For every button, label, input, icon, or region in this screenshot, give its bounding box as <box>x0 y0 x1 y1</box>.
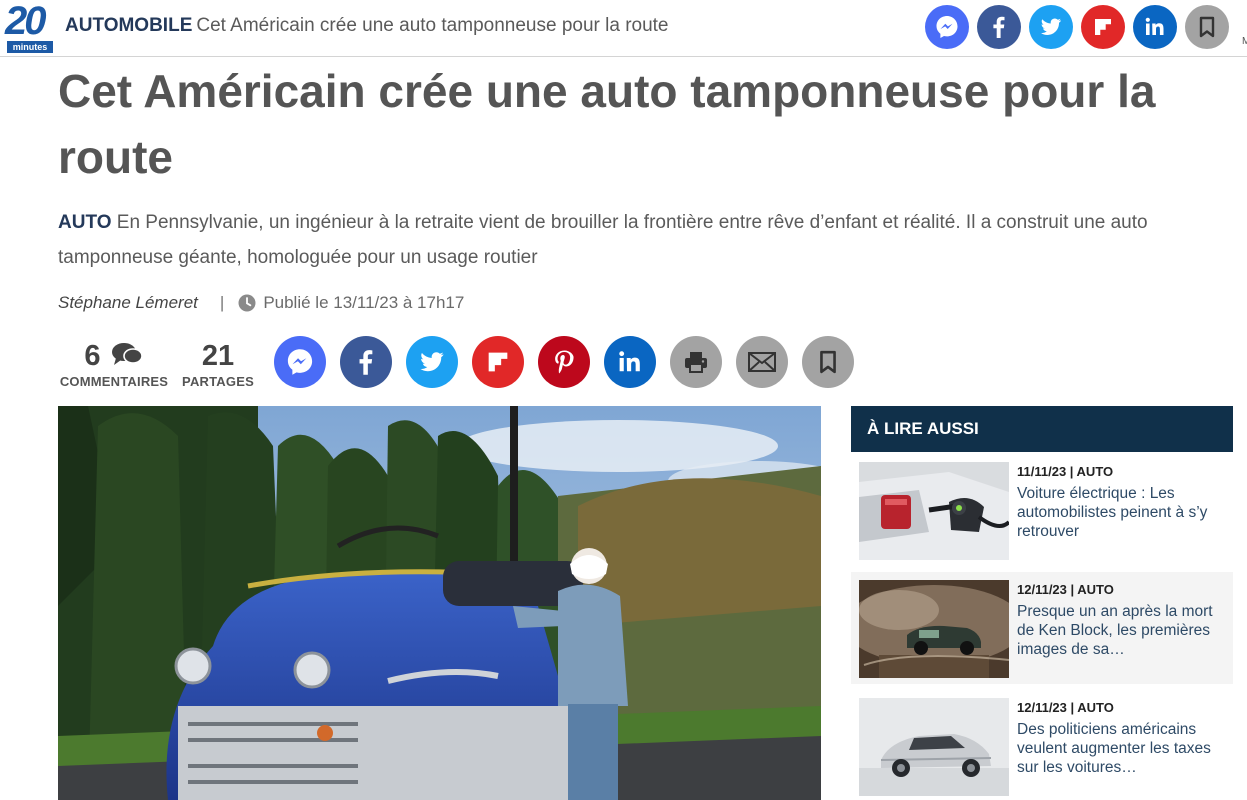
header-breadcrumb: AUTOMOBILE Cet Américain crée une auto ta… <box>65 15 669 37</box>
messenger-share-button[interactable] <box>274 336 326 388</box>
linkedin-icon <box>619 351 640 372</box>
related-meta-1: 11/11/23 | AUTO <box>1017 464 1114 479</box>
related-title-1[interactable]: Voiture électrique : Les automobilistes … <box>1017 484 1223 541</box>
linkedin-share-button[interactable] <box>1133 5 1177 49</box>
bumper-car-photo <box>58 406 821 800</box>
header-article-title: Cet Américain crée une auto tamponneuse … <box>196 15 669 36</box>
related-title-3[interactable]: Des politiciens américains veulent augme… <box>1017 720 1223 777</box>
comments-stat[interactable]: 6 COMMENTAIRES <box>58 338 170 390</box>
comments-count: 6 <box>84 340 101 372</box>
messenger-share-button[interactable] <box>925 5 969 49</box>
print-button[interactable] <box>670 336 722 388</box>
article-share-bar <box>274 336 854 388</box>
email-share-button[interactable] <box>736 336 788 388</box>
lead-text: En Pennsylvanie, un ingénieur à la retra… <box>58 212 1148 268</box>
pinterest-share-button[interactable] <box>538 336 590 388</box>
related-heading: À LIRE AUSSI <box>851 406 1233 452</box>
article-lead: AUTO En Pennsylvanie, un ingénieur à la … <box>58 205 1218 275</box>
messenger-icon <box>287 349 313 375</box>
twitter-share-button[interactable] <box>1029 5 1073 49</box>
flipboard-icon <box>488 352 508 372</box>
flipboard-share-button[interactable] <box>472 336 524 388</box>
related-article-1[interactable]: 11/11/23 | AUTO Voiture électrique : Les… <box>851 454 1233 566</box>
comments-label: COMMENTAIRES <box>59 374 169 389</box>
twitter-share-button[interactable] <box>406 336 458 388</box>
lead-tag-link[interactable]: AUTO <box>58 212 111 233</box>
related-thumbnail-2[interactable] <box>859 580 1009 678</box>
related-thumbnail-1[interactable] <box>859 462 1009 560</box>
shares-count: 21 <box>201 340 235 372</box>
ev-charging-image <box>859 462 1009 560</box>
comments-count-row: 6 <box>58 338 170 374</box>
print-icon <box>685 352 707 373</box>
related-meta-3: 12/11/23 | AUTO <box>1017 700 1114 715</box>
related-thumbnail-3[interactable] <box>859 698 1009 796</box>
facebook-share-button[interactable] <box>340 336 392 388</box>
logo-subtitle: minutes <box>7 41 53 53</box>
bookmark-button[interactable] <box>1185 5 1229 49</box>
bookmark-icon <box>1199 16 1215 38</box>
author-name[interactable]: Stéphane Lémeret <box>58 290 198 316</box>
flipboard-icon <box>1095 19 1111 35</box>
facebook-icon <box>359 350 373 375</box>
publish-date: Publié le 13/11/23 à 17h17 <box>263 293 465 312</box>
site-logo[interactable]: 20 minutes <box>5 0 53 53</box>
rally-car-image <box>859 580 1009 678</box>
header-share-bar <box>925 5 1229 49</box>
related-title-2[interactable]: Presque un an après la mort de Ken Block… <box>1017 602 1223 659</box>
bookmark-icon <box>820 350 836 374</box>
clock-icon <box>238 294 256 312</box>
facebook-icon <box>993 16 1005 38</box>
shares-stat: 21 PARTAGES <box>182 338 254 390</box>
suv-image <box>859 698 1009 796</box>
email-icon <box>748 352 776 372</box>
byline: Stéphane Lémeret | Publié le 13/11/23 à … <box>58 290 464 316</box>
logo-number: 20 <box>5 0 47 43</box>
sticky-header: 20 minutes AUTOMOBILE Cet Américain crée … <box>0 0 1247 57</box>
pinterest-icon <box>555 350 574 374</box>
messenger-icon <box>936 16 958 38</box>
article-headline: Cet Américain crée une auto tamponneuse … <box>58 65 1156 183</box>
article-hero-image[interactable] <box>58 406 821 800</box>
facebook-share-button[interactable] <box>977 5 1021 49</box>
shares-label: PARTAGES <box>182 374 254 389</box>
flipboard-share-button[interactable] <box>1081 5 1125 49</box>
linkedin-icon <box>1145 17 1164 35</box>
twitter-icon <box>1041 18 1061 35</box>
related-meta-2: 12/11/23 | AUTO <box>1017 582 1114 597</box>
header-category-link[interactable]: AUTOMOBILE <box>65 15 192 36</box>
byline-separator: | <box>219 293 225 312</box>
comment-bubble-icon <box>111 343 143 365</box>
clipped-edge-text: M <box>1242 36 1247 47</box>
related-article-3[interactable]: 12/11/23 | AUTO Des politiciens américai… <box>851 690 1233 800</box>
bookmark-button[interactable] <box>802 336 854 388</box>
twitter-icon <box>420 352 444 372</box>
related-article-2[interactable]: 12/11/23 | AUTO Presque un an après la m… <box>851 572 1233 684</box>
linkedin-share-button[interactable] <box>604 336 656 388</box>
